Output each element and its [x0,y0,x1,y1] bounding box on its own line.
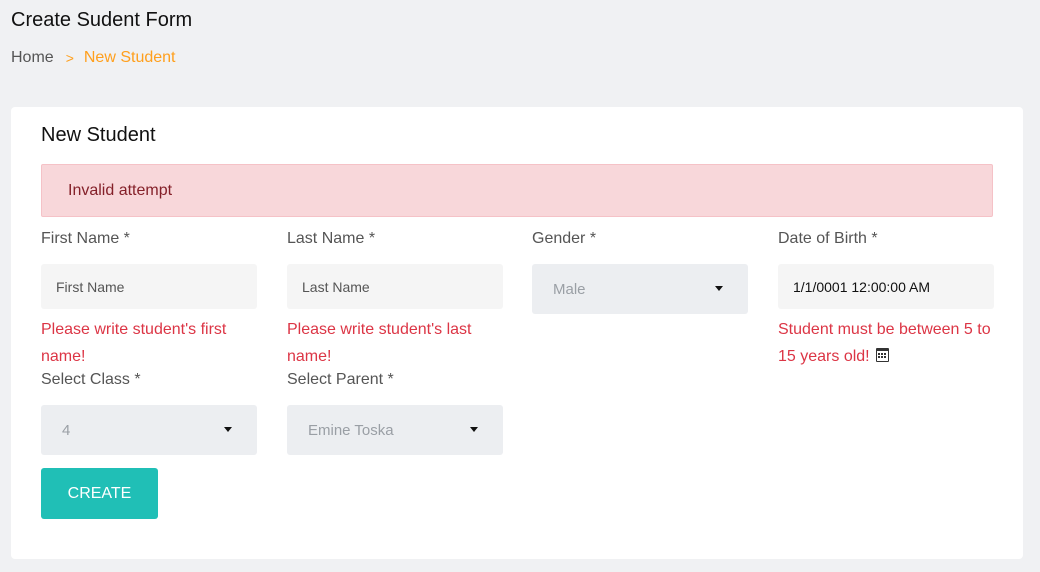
parent-label: Select Parent * [287,371,394,388]
class-label: Select Class * [41,371,141,388]
date-of-birth-group: Date of Birth * Student must be between … [778,230,994,370]
last-name-group: Last Name * Please write student's last … [287,230,503,370]
parent-selected-value: Emine Toska [308,421,394,439]
last-name-error: Please write student's last name! [287,321,472,365]
breadcrumb-current: New Student [83,49,176,66]
first-name-input[interactable] [41,264,257,309]
gender-select[interactable]: Male [532,264,748,314]
caret-down-icon [470,427,478,432]
page-title: Create Sudent Form [11,9,193,31]
last-name-label: Last Name * [287,230,376,247]
error-alert: Invalid attempt [41,164,993,217]
parent-group: Select Parent * Emine Toska [287,371,503,455]
chevron-right-icon: > [65,50,74,66]
form-title: New Student [41,124,156,146]
gender-label: Gender * [532,230,597,247]
last-name-input[interactable] [287,264,503,309]
date-of-birth-label: Date of Birth * [778,230,878,247]
gender-group: Gender * Male [532,230,748,314]
student-form-card: New Student Invalid attempt First Name *… [11,107,1023,559]
calendar-icon[interactable] [876,348,890,362]
breadcrumb-home-link[interactable]: Home [11,49,54,67]
gender-selected-value: Male [553,280,586,298]
first-name-error: Please write student's first name! [41,321,227,365]
first-name-group: First Name * Please write student's firs… [41,230,257,370]
parent-select[interactable]: Emine Toska [287,405,503,455]
first-name-label: First Name * [41,230,130,247]
date-of-birth-input[interactable] [778,264,994,309]
caret-down-icon [224,427,232,432]
date-of-birth-error: Student must be between 5 to 15 years ol… [778,316,994,370]
breadcrumb: Home > New Student [11,49,175,67]
class-group: Select Class * 4 [41,371,257,455]
class-select[interactable]: 4 [41,405,257,455]
class-selected-value: 4 [62,421,71,439]
caret-down-icon [715,286,723,291]
create-button[interactable]: CREATE [41,468,158,519]
